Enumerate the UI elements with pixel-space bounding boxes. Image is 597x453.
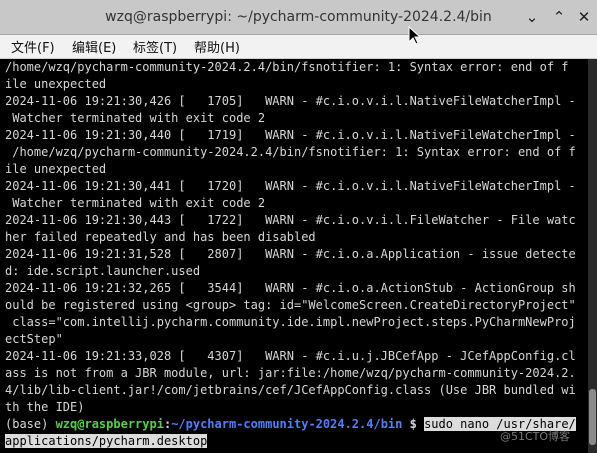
terminal-line: ass is not from a JBR module, url: jar:f…	[5, 366, 576, 380]
watermark-text: @51CTO博客	[500, 430, 571, 443]
minimize-button[interactable]: ⌄	[522, 7, 542, 27]
window-title: wzq@raspberrypi: ~/pycharm-community-202…	[105, 9, 492, 25]
terminal-line: 2024-11-06 19:21:30,443 [ 1722] WARN - #…	[5, 213, 576, 227]
terminal-line: ile unexpected	[5, 162, 107, 176]
terminal-line: 2024-11-06 19:21:30,426 [ 1705] WARN - #…	[5, 94, 576, 108]
terminal-line: 2024-11-06 19:21:33,028 [ 4307] WARN - #…	[5, 349, 576, 363]
terminal-line: Watcher terminated with exit code 2	[5, 111, 266, 125]
menu-bar: 文件(F) 编辑(E) 标签(T) 帮助(H)	[0, 35, 597, 59]
terminal-output[interactable]: /home/wzq/pycharm-community-2024.2.4/bin…	[0, 59, 588, 453]
maximize-button[interactable]: ⌃	[549, 7, 569, 27]
menu-help[interactable]: 帮助(H)	[194, 37, 240, 56]
scrollbar-thumb[interactable]	[589, 389, 596, 445]
prompt-path: ~/pycharm-community-2024.2.4/bin	[171, 417, 403, 431]
terminal-line: d: ide.script.launcher.used	[5, 264, 201, 278]
terminal-line: 4/lib/lib-client.jar!/com/jetbrains/cef/…	[5, 383, 576, 397]
terminal-line: 2024-11-06 19:21:32,265 [ 3544] WARN - #…	[5, 281, 576, 295]
prompt-user-host: wzq@raspberrypi	[55, 417, 164, 431]
terminal-line: 2024-11-06 19:21:30,441 [ 1720] WARN - #…	[5, 179, 576, 193]
terminal-scrollbar[interactable]	[588, 59, 597, 453]
terminal-line: ould be registered using <group> tag: id…	[5, 298, 576, 312]
terminal-line: class="com.intellij.pycharm.community.id…	[5, 315, 576, 329]
terminal-line: 2024-11-06 19:21:31,528 [ 2807] WARN - #…	[5, 247, 576, 261]
terminal-line: /home/wzq/pycharm-community-2024.2.4/bin…	[5, 60, 569, 74]
terminal-line: her failed repeatedly and has been disab…	[5, 230, 316, 244]
command-text-selected-continued[interactable]: applications/pycharm.desktop	[5, 434, 208, 448]
title-bar[interactable]: wzq@raspberrypi: ~/pycharm-community-202…	[0, 0, 597, 35]
terminal-line: Watcher terminated with exit code 2	[5, 196, 266, 210]
menu-file[interactable]: 文件(F)	[11, 37, 55, 56]
menu-edit[interactable]: 编辑(E)	[72, 37, 116, 56]
terminal-line: th the IDE)	[5, 400, 85, 414]
prompt-line: (base) wzq@raspberrypi:~/pycharm-communi…	[5, 416, 576, 433]
terminal-line: /home/wzq/pycharm-community-2024.2.4/bin…	[5, 145, 576, 159]
prompt-env: (base)	[5, 417, 56, 431]
mouse-pointer-icon	[408, 26, 422, 45]
terminal-line: ectStep"	[5, 332, 63, 346]
terminal-line: 2024-11-06 19:21:30,440 [ 1719] WARN - #…	[5, 128, 576, 142]
close-button[interactable]: ✕	[574, 7, 594, 27]
prompt-symbol: $	[402, 417, 425, 431]
terminal-line: ile unexpected	[5, 77, 107, 91]
command-continuation-line: applications/pycharm.desktop	[5, 433, 208, 450]
menu-tabs[interactable]: 标签(T)	[133, 37, 177, 56]
terminal-window: wzq@raspberrypi: ~/pycharm-community-202…	[0, 0, 597, 453]
